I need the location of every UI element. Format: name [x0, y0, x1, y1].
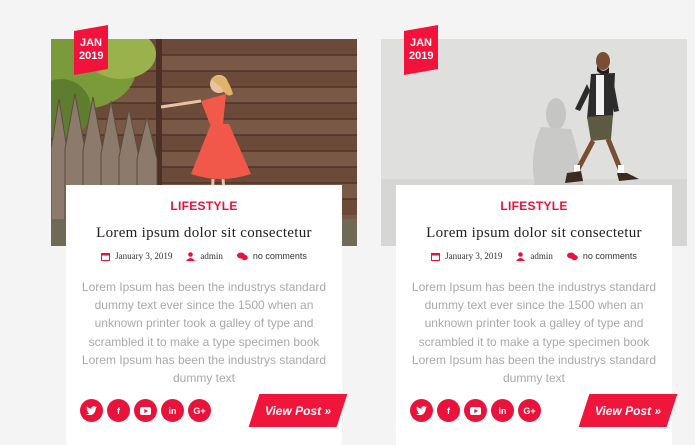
- youtube-icon[interactable]: [134, 399, 157, 422]
- post-category[interactable]: LIFESTYLE: [396, 199, 672, 213]
- twitter-icon[interactable]: [80, 399, 103, 422]
- post-footer: f in G+ View Post »: [80, 394, 348, 428]
- blog-post-card-1: JAN 2019 LIFESTYLE Lorem ipsum dolor sit…: [51, 0, 357, 445]
- date-month: JAN: [79, 37, 102, 50]
- post-footer: f in G+ View Post »: [410, 394, 678, 428]
- view-post-button[interactable]: View Post »: [578, 394, 678, 427]
- post-comments[interactable]: no comments: [566, 251, 637, 261]
- twitter-icon[interactable]: [410, 399, 433, 422]
- user-icon: [186, 251, 196, 261]
- calendar-icon: [431, 252, 441, 261]
- post-comments[interactable]: no comments: [236, 251, 307, 261]
- post-excerpt: Lorem Ipsum has been the industrys stand…: [81, 280, 327, 386]
- view-post-button[interactable]: View Post »: [248, 394, 348, 427]
- linkedin-icon[interactable]: in: [491, 399, 514, 422]
- post-author[interactable]: admin: [516, 251, 553, 261]
- post-meta: January 3, 2019 admin no comments: [396, 251, 672, 261]
- date-month: JAN: [409, 37, 432, 50]
- linkedin-icon[interactable]: in: [161, 399, 184, 422]
- google-plus-icon[interactable]: G+: [188, 399, 211, 422]
- user-icon: [516, 251, 526, 261]
- post-title[interactable]: Lorem ipsum dolor sit consectetur: [396, 225, 672, 242]
- calendar-icon: [101, 252, 111, 261]
- post-excerpt: Lorem Ipsum has been the industrys stand…: [411, 280, 657, 386]
- date-year: 2019: [78, 50, 104, 63]
- post-meta: January 3, 2019 admin no comments: [66, 251, 342, 261]
- post-author[interactable]: admin: [186, 251, 223, 261]
- post-title[interactable]: Lorem ipsum dolor sit consectetur: [66, 225, 342, 242]
- comments-icon: [566, 252, 578, 260]
- date-badge: JAN 2019: [74, 25, 108, 75]
- comments-icon: [236, 252, 248, 260]
- post-card-body: LIFESTYLE Lorem ipsum dolor sit consecte…: [66, 185, 348, 445]
- social-links: f in G+: [410, 399, 541, 422]
- blog-post-card-2: JAN 2019 LIFESTYLE Lorem ipsum dolor sit…: [381, 0, 695, 445]
- date-year: 2019: [408, 50, 434, 63]
- google-plus-icon[interactable]: G+: [518, 399, 541, 422]
- date-badge: JAN 2019: [404, 25, 438, 75]
- facebook-icon[interactable]: f: [437, 399, 460, 422]
- social-links: f in G+: [80, 399, 211, 422]
- post-category[interactable]: LIFESTYLE: [66, 199, 342, 213]
- facebook-icon[interactable]: f: [107, 399, 130, 422]
- youtube-icon[interactable]: [464, 399, 487, 422]
- post-card-body: LIFESTYLE Lorem ipsum dolor sit consecte…: [396, 185, 678, 445]
- post-date: January 3, 2019: [431, 251, 502, 261]
- post-date: January 3, 2019: [101, 251, 172, 261]
